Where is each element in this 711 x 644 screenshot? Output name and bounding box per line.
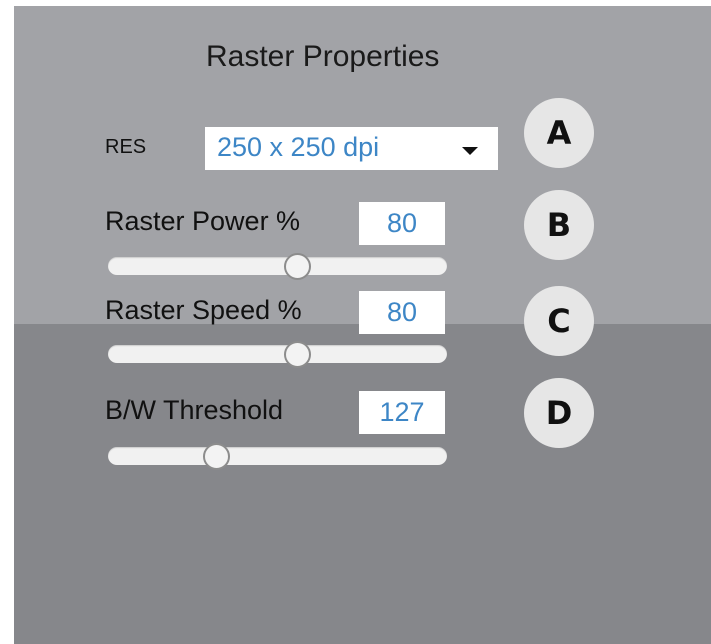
bw-threshold-input[interactable]: 127 [359,391,445,434]
raster-speed-slider-track[interactable] [108,345,447,363]
badge-b: B [524,190,594,260]
chevron-down-icon [462,147,478,155]
panel-title: Raster Properties [206,40,440,73]
raster-speed-slider-thumb[interactable] [284,341,312,368]
raster-properties-panel: Raster Properties RES 250 x 250 dpi A Ra… [14,6,711,644]
bw-threshold-label: B/W Threshold [105,395,284,425]
res-label: RES [105,136,147,158]
bw-threshold-slider-track[interactable] [108,447,447,465]
badge-c: C [524,286,594,356]
bw-threshold-slider-thumb[interactable] [202,443,230,470]
raster-power-label: Raster Power % [105,206,301,236]
badge-a: A [524,98,594,168]
badge-d: D [524,378,594,448]
raster-power-slider-track[interactable] [108,257,447,275]
raster-speed-label: Raster Speed % [105,295,302,325]
raster-speed-input[interactable]: 80 [359,291,445,334]
raster-power-input[interactable]: 80 [359,202,445,245]
resolution-value: 250 x 250 dpi [217,132,380,162]
resolution-dropdown[interactable]: 250 x 250 dpi [205,127,498,170]
